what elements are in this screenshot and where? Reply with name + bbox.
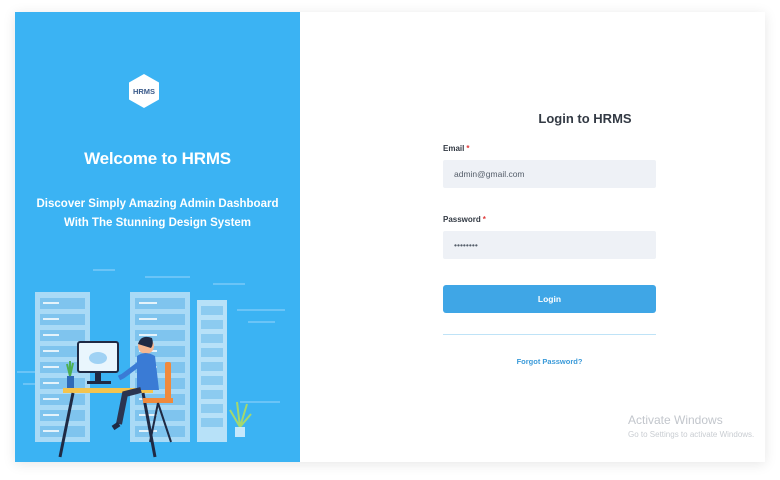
divider bbox=[443, 334, 656, 335]
email-field[interactable]: admin@gmail.com bbox=[443, 160, 656, 188]
tagline-line-2: With The Stunning Design System bbox=[63, 217, 252, 229]
login-card: HRMS Welcome to HRMS Discover Simply Ama… bbox=[15, 12, 765, 462]
welcome-tagline: Discover Simply Amazing Admin Dashboard … bbox=[35, 195, 280, 233]
email-label: Email * bbox=[443, 144, 469, 153]
svg-text:HRMS: HRMS bbox=[133, 87, 155, 96]
hrms-logo: HRMS bbox=[128, 73, 160, 109]
activate-windows-title: Activate Windows bbox=[628, 413, 723, 427]
activate-windows-subtitle: Go to Settings to activate Windows. bbox=[628, 430, 755, 439]
password-field[interactable]: •••••••• bbox=[443, 231, 656, 259]
welcome-panel: HRMS Welcome to HRMS Discover Simply Ama… bbox=[15, 12, 300, 462]
required-marker: * bbox=[482, 215, 486, 224]
server-room-illustration bbox=[15, 252, 300, 462]
login-title: Login to HRMS bbox=[538, 111, 632, 126]
welcome-heading: Welcome to HRMS bbox=[84, 149, 231, 168]
required-marker: * bbox=[466, 144, 470, 153]
password-label-text: Password bbox=[443, 215, 481, 224]
login-panel: Login to HRMS Email * admin@gmail.com Pas… bbox=[300, 12, 765, 462]
login-button[interactable]: Login bbox=[443, 285, 656, 313]
email-label-text: Email bbox=[443, 144, 465, 153]
forgot-password-link[interactable]: Forgot Password? bbox=[443, 357, 656, 366]
password-label: Password * bbox=[443, 215, 486, 224]
tagline-line-1: Discover Simply Amazing Admin Dashboard bbox=[36, 198, 279, 210]
